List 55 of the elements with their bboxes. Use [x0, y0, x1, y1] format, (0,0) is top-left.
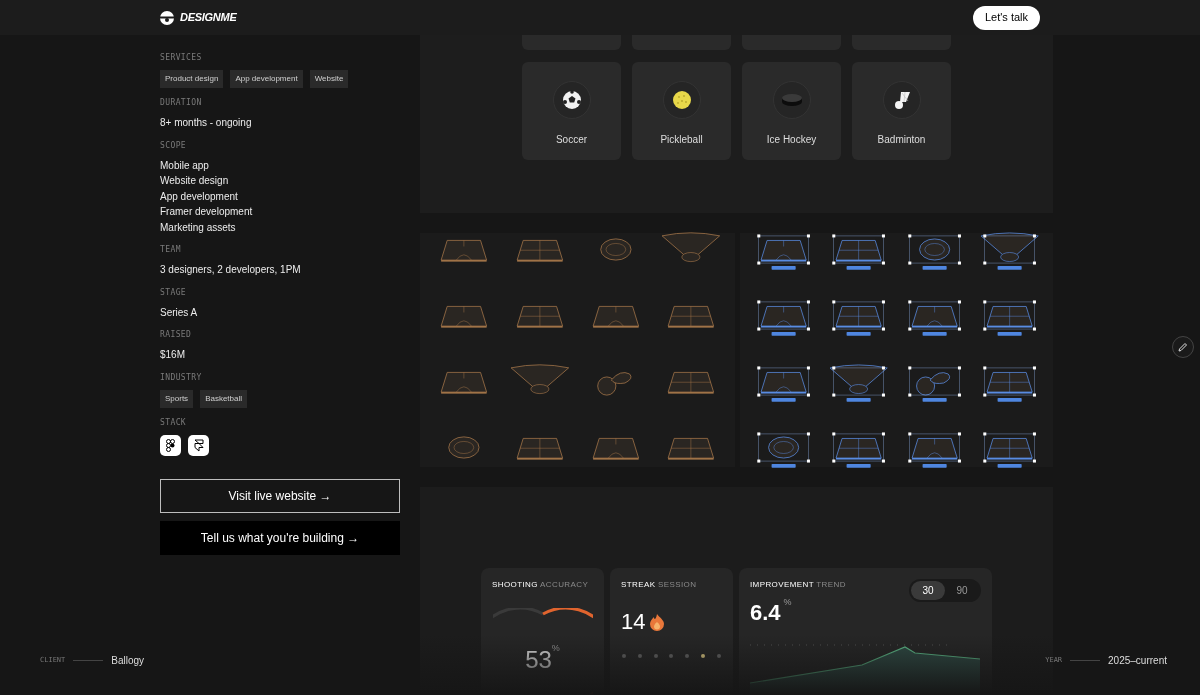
contact-button[interactable]: Tell us what you're building →	[160, 520, 400, 555]
trend-value: 6.4	[750, 599, 781, 627]
tag: Basketball	[200, 389, 248, 408]
sport-name: Ice Hockey	[766, 133, 817, 147]
year-value: 2025–current	[1108, 654, 1167, 668]
framer-tile-icon	[188, 434, 209, 456]
detail-text: Mobile app	[160, 158, 210, 173]
accuracy-value: 53	[525, 645, 552, 675]
lets-talk-button[interactable]: Let's talk	[973, 5, 1040, 30]
sport-card[interactable]: Pickleball	[632, 62, 731, 160]
detail-text: 3 designers, 2 developers, 1PM	[160, 263, 302, 277]
edit-button[interactable]	[1172, 336, 1194, 358]
detail-text: Marketing assets	[160, 220, 237, 235]
sport-name: Badminton	[877, 133, 926, 147]
section-label: SCOPE	[160, 139, 188, 152]
range-tab[interactable]: 90	[945, 581, 979, 600]
section-label: TEAM	[160, 244, 182, 256]
section-label: INDUSTRY	[160, 371, 203, 384]
detail-text: Series A	[160, 305, 199, 320]
sport-card[interactable]: Ice Hockey	[742, 62, 841, 160]
tag: Website	[309, 70, 349, 88]
detail-text: $16M	[160, 348, 186, 362]
tag: App development	[230, 70, 303, 88]
sport-card[interactable]: Soccer	[522, 62, 621, 160]
ball-icon	[671, 90, 692, 110]
percent-sign: %	[783, 596, 792, 609]
tag: Product design	[160, 70, 224, 88]
detail-text: Website design	[160, 174, 230, 188]
puck-icon	[780, 93, 803, 107]
section-label: SERVICES	[160, 52, 203, 64]
visit-website-button[interactable]: Visit live website →	[160, 478, 400, 513]
client-name: Ballogy	[111, 654, 145, 668]
soccer-ball-icon	[561, 90, 582, 110]
tag: Sports	[160, 389, 194, 408]
card-title: SHOOTING ACCURACY	[492, 579, 589, 591]
sport-card[interactable]: Badminton	[852, 62, 951, 160]
logo-wordmark: DESIGNME	[180, 10, 237, 26]
figma-tile-icon	[160, 434, 181, 456]
sport-name: Soccer	[555, 133, 588, 147]
sport-name: Pickleball	[660, 133, 703, 147]
percent-sign: %	[551, 642, 560, 655]
flame-icon	[649, 612, 666, 631]
logo-icon	[160, 10, 174, 25]
section-label: RAISED	[160, 329, 193, 341]
section-label: DURATION	[160, 97, 203, 109]
detail-text: App development	[160, 189, 239, 204]
section-label: STACK	[160, 416, 188, 429]
section-label: STAGE	[160, 286, 188, 299]
pencil-icon	[1178, 342, 1188, 352]
card-title: IMPROVEMENT TREND	[750, 579, 846, 591]
detail-text: Framer development	[160, 205, 254, 219]
range-tab[interactable]: 30	[911, 581, 945, 600]
detail-text: 8+ months - ongoing	[160, 116, 253, 130]
card-title: STREAK SESSION	[621, 579, 698, 591]
streak-value: 14	[621, 608, 646, 636]
